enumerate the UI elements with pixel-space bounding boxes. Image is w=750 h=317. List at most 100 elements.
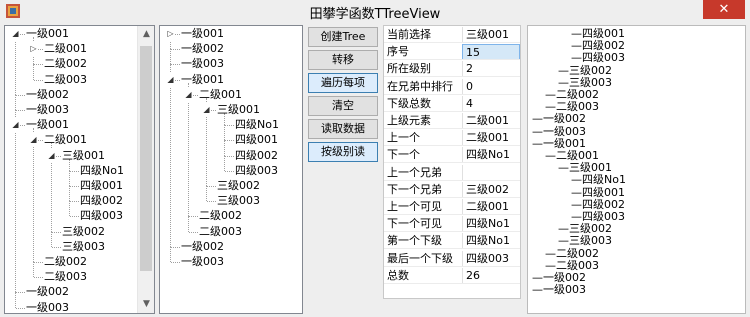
action-button[interactable]: 按级别读	[308, 142, 378, 162]
info-value: 二级001	[462, 130, 520, 147]
tree-node[interactable]: 四级002	[79, 194, 124, 208]
tree-connector-line	[52, 231, 61, 233]
tree-connector-line	[16, 94, 25, 96]
tree-node[interactable]: 四级No1	[234, 118, 280, 132]
title-bar: 田攀学函数TTreeView ✕	[0, 0, 750, 23]
scroll-thumb[interactable]	[140, 46, 152, 271]
output-line: —二级002	[545, 88, 599, 101]
tree-node-label: 一级002	[26, 87, 69, 101]
tree-node[interactable]: 四级001	[79, 179, 124, 193]
info-key: 在兄弟中排行	[387, 79, 453, 93]
tree-node[interactable]: 一级003	[180, 57, 225, 71]
tree-connector-line	[225, 170, 234, 172]
tree-node[interactable]: 二级001	[43, 42, 88, 56]
output-line: —一级003	[532, 283, 586, 297]
expanded-triangle-icon[interactable]: ◢	[11, 27, 20, 41]
tree-node[interactable]: 三级003	[216, 194, 261, 208]
expanded-triangle-icon[interactable]: ◢	[202, 103, 211, 117]
tree-view-middle[interactable]: ▷ 一级001 一级002 一级003 ◢ 一级001 ◢ 二级001 ◢ 三级001 四级No1 四…	[159, 25, 303, 314]
tree-node[interactable]: 二级003	[43, 270, 88, 284]
tree-node[interactable]: 一级002	[180, 240, 225, 254]
info-value	[462, 164, 520, 181]
info-value: 0	[462, 78, 520, 95]
expanded-triangle-icon[interactable]: ◢	[29, 133, 38, 148]
tree-node[interactable]: 二级002	[43, 255, 88, 269]
tree-node[interactable]: 二级003	[198, 225, 243, 239]
tree-node[interactable]: 一级003	[180, 255, 225, 269]
tree-node[interactable]: 一级001	[25, 27, 70, 41]
expanded-triangle-icon[interactable]: ◢	[184, 87, 193, 102]
tree-node[interactable]: 三级003	[61, 240, 106, 254]
expanded-triangle-icon[interactable]: ◢	[11, 118, 20, 133]
tree-node[interactable]: 一级001	[180, 27, 225, 41]
tree-node[interactable]: 二级002	[43, 57, 88, 71]
row-separator	[384, 59, 520, 61]
expanded-triangle-icon[interactable]: ◢	[166, 72, 175, 87]
tree-node-label: 一级003	[181, 57, 224, 71]
tree-node-label: 四级001	[80, 179, 123, 192]
tree-node-label: 二级001	[44, 133, 87, 147]
tree-node[interactable]: 一级001	[25, 118, 70, 132]
tree-view-left[interactable]: ▲ ▼ ◢ 一级001 ▷ 二级001 二级002 二级003 一级002 一级003 ◢ 一级0…	[4, 25, 155, 314]
tree-node[interactable]: 一级002	[180, 42, 225, 56]
tree-node[interactable]: 一级003	[25, 103, 70, 117]
tree-connector-line	[188, 216, 189, 232]
output-line: —三级003	[558, 234, 612, 248]
tree-node[interactable]: 三级002	[216, 179, 261, 193]
tree-node[interactable]: 三级001	[216, 103, 261, 117]
info-value: 4	[462, 95, 520, 112]
tree-connector-line	[15, 34, 16, 95]
info-value[interactable]: 15	[462, 44, 520, 61]
action-button[interactable]: 遍历每项	[308, 73, 378, 93]
tree-node[interactable]: 三级001	[61, 149, 106, 163]
info-key: 上一个兄弟	[387, 165, 442, 179]
tree-connector-line	[51, 155, 52, 232]
tree-left-scrollbar[interactable]: ▲ ▼	[137, 26, 154, 313]
info-value: 二级001	[462, 113, 520, 129]
row-separator	[384, 265, 520, 267]
tree-connector-line	[171, 64, 180, 66]
tree-node[interactable]: 二级001	[198, 88, 243, 102]
action-button[interactable]: 读取数据	[308, 119, 378, 139]
collapsed-triangle-icon[interactable]: ▷	[166, 27, 175, 41]
scroll-down-arrow-icon[interactable]: ▼	[138, 296, 154, 313]
tree-node-label: 一级002	[181, 42, 224, 56]
tree-node[interactable]: 二级001	[43, 133, 88, 147]
tree-node[interactable]: 一级001	[180, 73, 225, 87]
tree-node[interactable]: 四级003	[234, 164, 279, 178]
info-row: 当前选择 三级001	[384, 27, 520, 43]
output-memo[interactable]: —四级001 —四级002 —四级003 —三级002 —三级003 —二级002 —二级0…	[527, 25, 746, 314]
tree-node[interactable]: 一级003	[25, 301, 70, 313]
info-key: 下一个可见	[387, 217, 442, 231]
tree-node[interactable]: 一级002	[25, 88, 70, 102]
tree-connector-line	[34, 64, 43, 66]
tree-node[interactable]: 二级003	[43, 73, 88, 87]
tree-node[interactable]: 四级003	[79, 209, 124, 223]
close-button[interactable]: ✕	[703, 0, 745, 19]
action-button[interactable]: 创建Tree	[308, 27, 378, 47]
tree-connector-line	[224, 155, 225, 171]
tree-node[interactable]: 一级002	[25, 285, 70, 299]
tree-node[interactable]: 四级No1	[79, 164, 125, 178]
row-separator	[384, 282, 520, 284]
tree-node[interactable]: 四级002	[234, 149, 279, 163]
info-value: 四级No1	[462, 233, 520, 250]
row-separator	[384, 231, 520, 233]
collapsed-triangle-icon[interactable]: ▷	[29, 42, 38, 57]
row-separator	[384, 93, 520, 95]
scroll-up-arrow-icon[interactable]: ▲	[138, 26, 154, 43]
expanded-triangle-icon[interactable]: ◢	[47, 148, 56, 163]
info-key: 第一个下级	[387, 234, 442, 248]
tree-node[interactable]: 二级002	[198, 209, 243, 223]
output-line: —四级003	[571, 210, 625, 223]
tree-node-label: 一级002	[26, 285, 69, 299]
info-value: 四级003	[462, 250, 520, 267]
tree-node[interactable]: 四级001	[234, 133, 279, 147]
tree-node-label: 一级001	[26, 27, 69, 40]
action-button[interactable]: 清空	[308, 96, 378, 116]
tree-node[interactable]: 三级002	[61, 225, 106, 239]
tree-node-label: 三级002	[217, 179, 260, 192]
info-key: 当前选择	[387, 28, 431, 41]
action-button[interactable]: 转移	[308, 50, 378, 70]
info-row: 最后一个下级 四级003	[384, 250, 520, 267]
